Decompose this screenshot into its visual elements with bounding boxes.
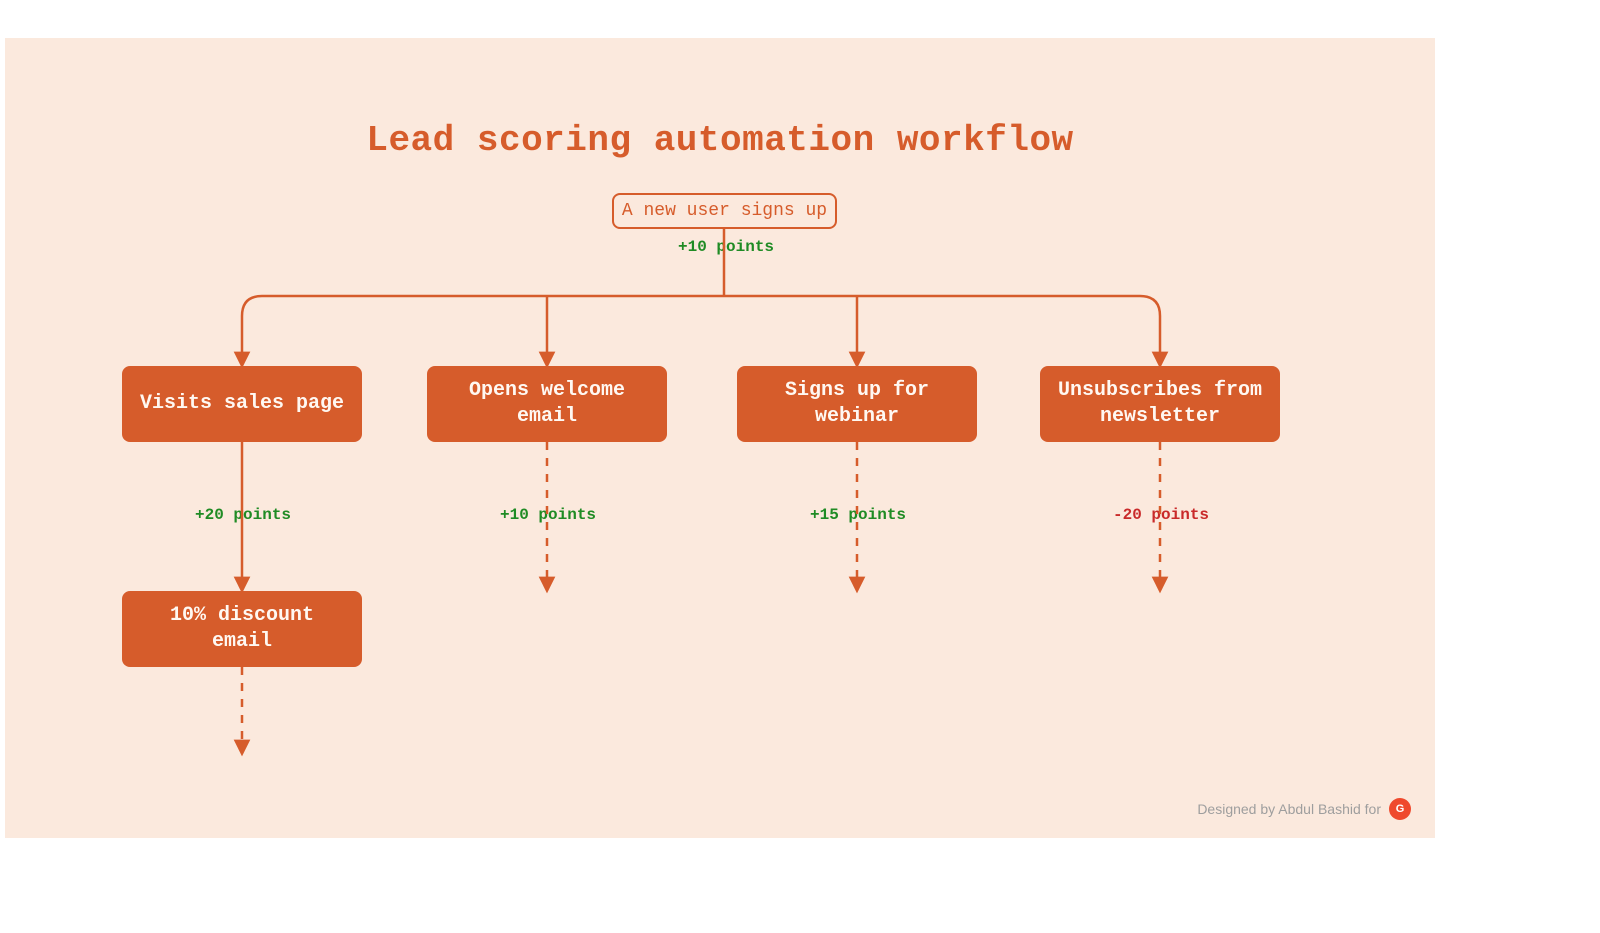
branch-label: Opens welcome email: [441, 378, 653, 430]
followup-label: 10% discount email: [136, 603, 348, 655]
branch-node-visits-sales: Visits sales page: [122, 366, 362, 442]
branch-label: Signs up for webinar: [751, 378, 963, 430]
diagram-title: Lead scoring automation workflow: [5, 120, 1435, 161]
start-node: A new user signs up: [612, 193, 837, 229]
start-node-label: A new user signs up: [622, 201, 827, 221]
branch-points-2: +15 points: [810, 506, 906, 524]
diagram-canvas: Lead scoring automation workflow A new u…: [5, 38, 1435, 838]
branch-node-webinar: Signs up for webinar: [737, 366, 977, 442]
g2-logo-icon: G: [1389, 798, 1411, 820]
branch-label: Visits sales page: [140, 391, 344, 417]
branch-points-1: +10 points: [500, 506, 596, 524]
credit-text: Designed by Abdul Bashid for: [1197, 801, 1381, 817]
branch-node-opens-email: Opens welcome email: [427, 366, 667, 442]
followup-node-discount-email: 10% discount email: [122, 591, 362, 667]
branch-label: Unsubscribes from newsletter: [1054, 378, 1266, 430]
start-points: +10 points: [678, 238, 774, 256]
branch-points-3: -20 points: [1113, 506, 1209, 524]
credit-line: Designed by Abdul Bashid for G: [1197, 798, 1411, 820]
branch-node-unsubscribe: Unsubscribes from newsletter: [1040, 366, 1280, 442]
branch-points-0: +20 points: [195, 506, 291, 524]
